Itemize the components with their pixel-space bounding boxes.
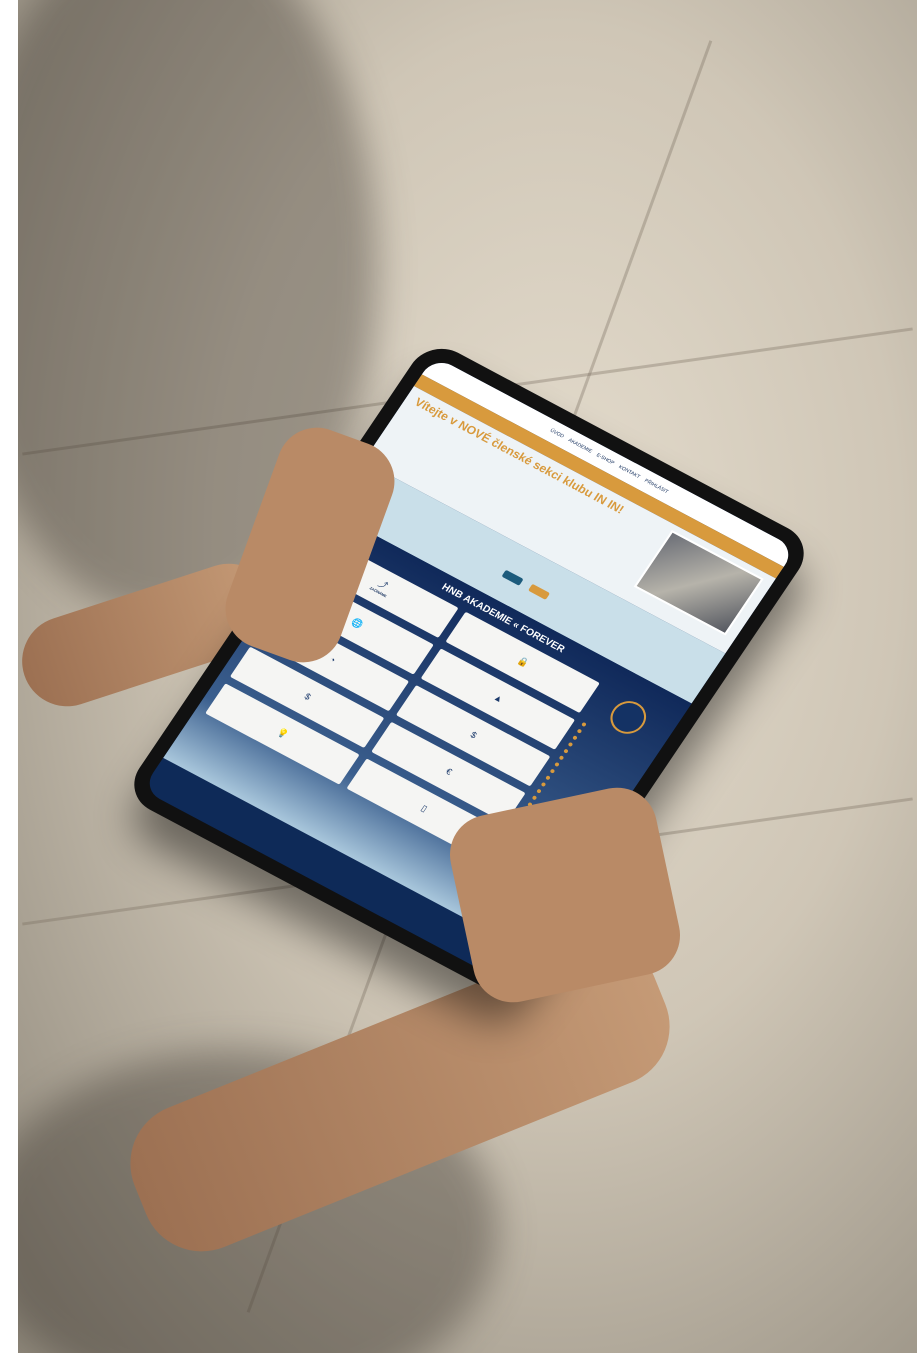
photo-scene: ÚVOD AKADEMIE E-SHOP KONTAKT PŘIHLÁSIT V…	[0, 0, 917, 1353]
bullet-icon	[549, 768, 556, 774]
bullet-icon	[581, 721, 587, 728]
lock-icon: 🔒	[515, 654, 532, 668]
cta-button-left[interactable]	[501, 569, 524, 586]
nav-link[interactable]: E-SHOP	[595, 452, 615, 466]
bullet-icon	[563, 748, 569, 754]
nav-link[interactable]: PŘIHLÁSIT	[643, 478, 669, 495]
dollar-icon: $	[468, 729, 480, 740]
bullet-icon	[545, 775, 551, 781]
nav-link[interactable]: AKADEMIE	[567, 437, 593, 454]
bulb-icon: 💡	[275, 725, 292, 740]
globe-icon: 🌐	[349, 615, 366, 630]
nav-link[interactable]: ÚVOD	[549, 428, 565, 440]
phone-icon: ▯	[419, 802, 430, 814]
dollar-icon: $	[302, 690, 314, 702]
bullet-icon	[540, 781, 547, 788]
bullet-icon	[558, 755, 565, 761]
bullet-icon	[531, 795, 538, 801]
euro-icon: €	[444, 765, 455, 777]
bullet-icon	[554, 761, 560, 768]
nav-link[interactable]: KONTAKT	[617, 464, 641, 480]
chart-icon: ▲	[491, 691, 506, 705]
bullet-icon	[567, 741, 574, 748]
award-badge-icon	[603, 695, 653, 740]
pie-icon: ◔	[327, 653, 338, 665]
bullet-icon	[576, 728, 583, 734]
cta-button-right[interactable]	[528, 583, 551, 600]
bullet-icon	[536, 788, 542, 794]
bullet-icon	[572, 735, 578, 741]
